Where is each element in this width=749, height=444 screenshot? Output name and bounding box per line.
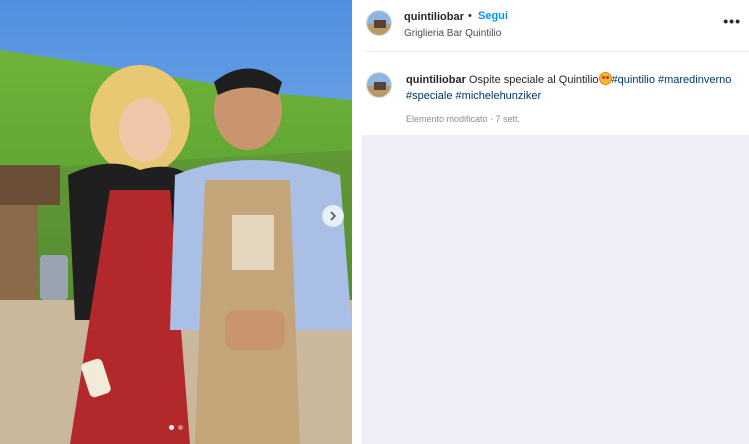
post-photo[interactable] (0, 0, 352, 444)
carousel-dot-1 (169, 425, 174, 430)
post-side-panel: quintiliobar • Segui Griglieria Bar Quin… (362, 0, 749, 444)
comments-area (362, 135, 749, 444)
hashtag-link[interactable]: #michelehunziker (456, 90, 542, 102)
pane-gap (352, 0, 362, 444)
chevron-right-icon (330, 211, 337, 221)
hashtag-link[interactable]: #maredinverno (658, 74, 731, 86)
hashtag-link[interactable]: #speciale (406, 90, 452, 102)
caption-username-link[interactable]: quintiliobar (406, 74, 466, 86)
post-caption: quintiliobar Ospite speciale al Quintilio… (362, 60, 749, 134)
star-struck-emoji-icon (598, 72, 612, 85)
post-image (0, 0, 352, 444)
caption-body: Ospite speciale al Quintilio (468, 74, 599, 86)
location-link[interactable]: Griglieria Bar Quintilio (404, 28, 501, 39)
avatar-image (367, 11, 391, 35)
carousel-indicator (0, 425, 352, 430)
post-header: quintiliobar • Segui Griglieria Bar Quin… (362, 0, 749, 52)
follow-button[interactable]: Segui (478, 10, 508, 22)
caption-text: quintiliobar Ospite speciale al Quintilio… (406, 72, 741, 104)
carousel-dot-2 (178, 425, 183, 430)
avatar-image (367, 73, 391, 97)
avatar[interactable] (366, 72, 392, 98)
header-username-link[interactable]: quintiliobar (404, 11, 464, 23)
avatar[interactable] (366, 10, 392, 36)
separator-dot: • (468, 10, 472, 22)
carousel-next-button[interactable] (322, 205, 344, 227)
more-options-icon[interactable]: ••• (723, 13, 741, 29)
edited-timestamp: Elemento modificato · 7 sett. (406, 114, 521, 124)
hashtag-link[interactable]: #quintilio (612, 74, 655, 86)
